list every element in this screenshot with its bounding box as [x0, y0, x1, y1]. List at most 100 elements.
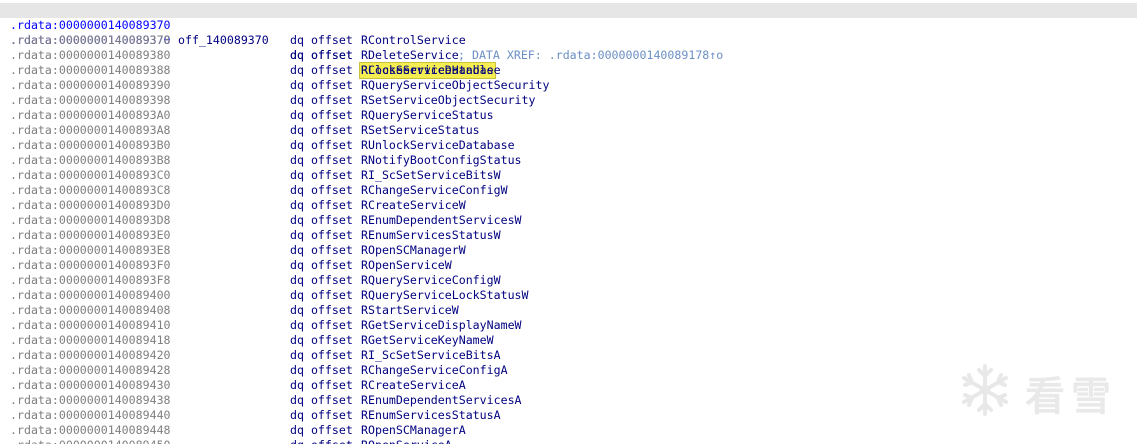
operand[interactable]: RLockServiceDatabase [361, 63, 501, 78]
address[interactable]: .rdata:00000001400893B0 [10, 138, 171, 153]
mnemonic: dq offset [290, 198, 353, 212]
address[interactable]: .rdata:0000000140089410 [10, 318, 171, 333]
mnemonic: dq offset [290, 48, 353, 62]
address[interactable]: .rdata:0000000140089378 [10, 33, 171, 48]
listing-row[interactable]: .rdata:00000001400893D8 dq offset REnumDep… [0, 213, 1137, 228]
address[interactable]: .rdata:0000000140089398 [10, 93, 171, 108]
listing-row[interactable]: .rdata:0000000140089378 dq offset RControl… [0, 33, 1137, 48]
mnemonic: dq offset [290, 63, 353, 77]
listing-row[interactable]: .rdata:00000001400893F8 dq offset RQuerySe… [0, 273, 1137, 288]
address[interactable]: .rdata:0000000140089388 [10, 63, 171, 78]
operand[interactable]: REnumDependentServicesW [361, 213, 522, 228]
address[interactable]: .rdata:00000001400893C0 [10, 168, 171, 183]
mnemonic: dq offset [290, 153, 353, 167]
address[interactable]: .rdata:0000000140089418 [10, 333, 171, 348]
address[interactable]: .rdata:0000000140089428 [10, 363, 171, 378]
address[interactable]: .rdata:00000001400893D0 [10, 198, 171, 213]
listing-row[interactable]: .rdata:0000000140089388 dq offset RLockSer… [0, 63, 1137, 78]
address[interactable]: .rdata:0000000140089448 [10, 423, 171, 438]
address[interactable]: .rdata:00000001400893A0 [10, 108, 171, 123]
mnemonic: dq offset [290, 303, 353, 317]
mnemonic: dq offset [290, 123, 353, 137]
listing-row[interactable]: .rdata:00000001400893D0 dq offset RCreateS… [0, 198, 1137, 213]
listing-row[interactable]: .rdata:00000001400893E8 dq offset ROpenSCM… [0, 243, 1137, 258]
address[interactable]: .rdata:0000000140089430 [10, 378, 171, 393]
mnemonic: dq offset [290, 138, 353, 152]
address[interactable]: .rdata:00000001400893D8 [10, 213, 171, 228]
mnemonic: dq offset [290, 423, 353, 437]
mnemonic: dq offset [290, 288, 353, 302]
operand[interactable]: RQueryServiceStatus [361, 108, 494, 123]
listing-row[interactable]: .rdata:0000000140089440 dq offset REnumSer… [0, 408, 1137, 423]
listing-row[interactable]: .rdata:00000001400893A0 dq offset RQuerySe… [0, 108, 1137, 123]
operand[interactable]: REnumServicesStatusA [361, 408, 501, 423]
address[interactable]: .rdata:0000000140089400 [10, 288, 171, 303]
listing-row-xref[interactable]: .rdata:0000000140089370 ; DATA XREF: .rd… [0, 18, 1137, 62]
listing-row[interactable]: .rdata:0000000140089398 dq offset RSetServ… [0, 93, 1137, 108]
address[interactable]: .rdata:0000000140089438 [10, 393, 171, 408]
disassembly-view[interactable]: .rdata:0000000140089370 off_140089370 dq… [0, 0, 1137, 444]
address[interactable]: .rdata:00000001400893E0 [10, 228, 171, 243]
operand[interactable]: RSetServiceStatus [361, 123, 480, 138]
listing-row[interactable]: .rdata:00000001400893B0 dq offset RUnlockS… [0, 138, 1137, 153]
operand[interactable]: RCreateServiceW [361, 198, 466, 213]
operand[interactable]: ROpenServiceW [361, 258, 452, 273]
address[interactable]: .rdata:0000000140089450 [10, 438, 171, 444]
listing-row[interactable]: .rdata:00000001400893C8 dq offset RChangeS… [0, 183, 1137, 198]
operand[interactable]: RChangeServiceConfigW [361, 183, 508, 198]
mnemonic: dq offset [290, 378, 353, 392]
operand[interactable]: ROpenSCManagerA [361, 423, 466, 438]
operand[interactable]: RNotifyBootConfigStatus [361, 153, 522, 168]
operand[interactable]: RQueryServiceLockStatusW [361, 288, 529, 303]
listing-row[interactable]: .rdata:00000001400893A8 dq offset RSetServ… [0, 123, 1137, 138]
operand[interactable]: RCreateServiceA [361, 378, 466, 393]
operand[interactable]: ROpenServiceA [361, 438, 452, 444]
address[interactable]: .rdata:00000001400893F8 [10, 273, 171, 288]
operand[interactable]: RDeleteService [361, 48, 459, 63]
listing-row[interactable]: .rdata:0000000140089420 dq offset RI_ScSet… [0, 348, 1137, 363]
operand[interactable]: RGetServiceDisplayNameW [361, 318, 522, 333]
listing-row[interactable]: .rdata:0000000140089450 dq offset ROpenSer… [0, 438, 1137, 444]
operand[interactable]: RI_ScSetServiceBitsW [361, 168, 501, 183]
listing-row[interactable]: .rdata:0000000140089408 dq offset RStartSe… [0, 303, 1137, 318]
address[interactable]: .rdata:0000000140089420 [10, 348, 171, 363]
mnemonic: dq offset [290, 183, 353, 197]
operand[interactable]: RGetServiceKeyNameW [361, 333, 494, 348]
operand[interactable]: RUnlockServiceDatabase [361, 138, 515, 153]
listing-row[interactable]: .rdata:0000000140089448 dq offset ROpenSCM… [0, 423, 1137, 438]
address[interactable]: .rdata:0000000140089408 [10, 303, 171, 318]
listing-row[interactable]: .rdata:0000000140089430 dq offset RCreateS… [0, 378, 1137, 393]
operand[interactable]: RQueryServiceConfigW [361, 273, 501, 288]
address[interactable]: .rdata:0000000140089380 [10, 48, 171, 63]
operand[interactable]: RControlService [361, 33, 466, 48]
operand[interactable]: RQueryServiceObjectSecurity [361, 78, 549, 93]
listing-row[interactable]: .rdata:0000000140089400 dq offset RQuerySe… [0, 288, 1137, 303]
listing-row[interactable]: .rdata:00000001400893C0 dq offset RI_ScSet… [0, 168, 1137, 183]
listing-row[interactable]: .rdata:0000000140089428 dq offset RChangeS… [0, 363, 1137, 378]
mnemonic: dq offset [290, 333, 353, 347]
address[interactable]: .rdata:00000001400893E8 [10, 243, 171, 258]
listing-row[interactable]: .rdata:0000000140089438 dq offset REnumDep… [0, 393, 1137, 408]
address[interactable]: .rdata:0000000140089440 [10, 408, 171, 423]
listing-row-current[interactable]: .rdata:0000000140089370 off_140089370 dq… [0, 3, 1137, 79]
listing-row[interactable]: .rdata:0000000140089390 dq offset RQuerySe… [0, 78, 1137, 93]
address[interactable]: .rdata:00000001400893B8 [10, 153, 171, 168]
listing-row[interactable]: .rdata:00000001400893F0 dq offset ROpenSer… [0, 258, 1137, 273]
listing-row[interactable]: .rdata:00000001400893B8 dq offset RNotifyB… [0, 153, 1137, 168]
mnemonic: dq offset [290, 78, 353, 92]
operand[interactable]: REnumServicesStatusW [361, 228, 501, 243]
address[interactable]: .rdata:0000000140089390 [10, 78, 171, 93]
listing-row[interactable]: .rdata:0000000140089410 dq offset RGetServ… [0, 318, 1137, 333]
operand[interactable]: RSetServiceObjectSecurity [361, 93, 536, 108]
operand[interactable]: REnumDependentServicesA [361, 393, 522, 408]
listing-row[interactable]: .rdata:00000001400893E0 dq offset REnumSer… [0, 228, 1137, 243]
address[interactable]: .rdata:00000001400893C8 [10, 183, 171, 198]
operand[interactable]: ROpenSCManagerW [361, 243, 466, 258]
address[interactable]: .rdata:00000001400893F0 [10, 258, 171, 273]
address[interactable]: .rdata:00000001400893A8 [10, 123, 171, 138]
operand[interactable]: RI_ScSetServiceBitsA [361, 348, 501, 363]
listing-row[interactable]: .rdata:0000000140089380 dq offset RDeleteS… [0, 48, 1137, 63]
listing-row[interactable]: .rdata:0000000140089418 dq offset RGetServ… [0, 333, 1137, 348]
operand[interactable]: RChangeServiceConfigA [361, 363, 508, 378]
operand[interactable]: RStartServiceW [361, 303, 459, 318]
